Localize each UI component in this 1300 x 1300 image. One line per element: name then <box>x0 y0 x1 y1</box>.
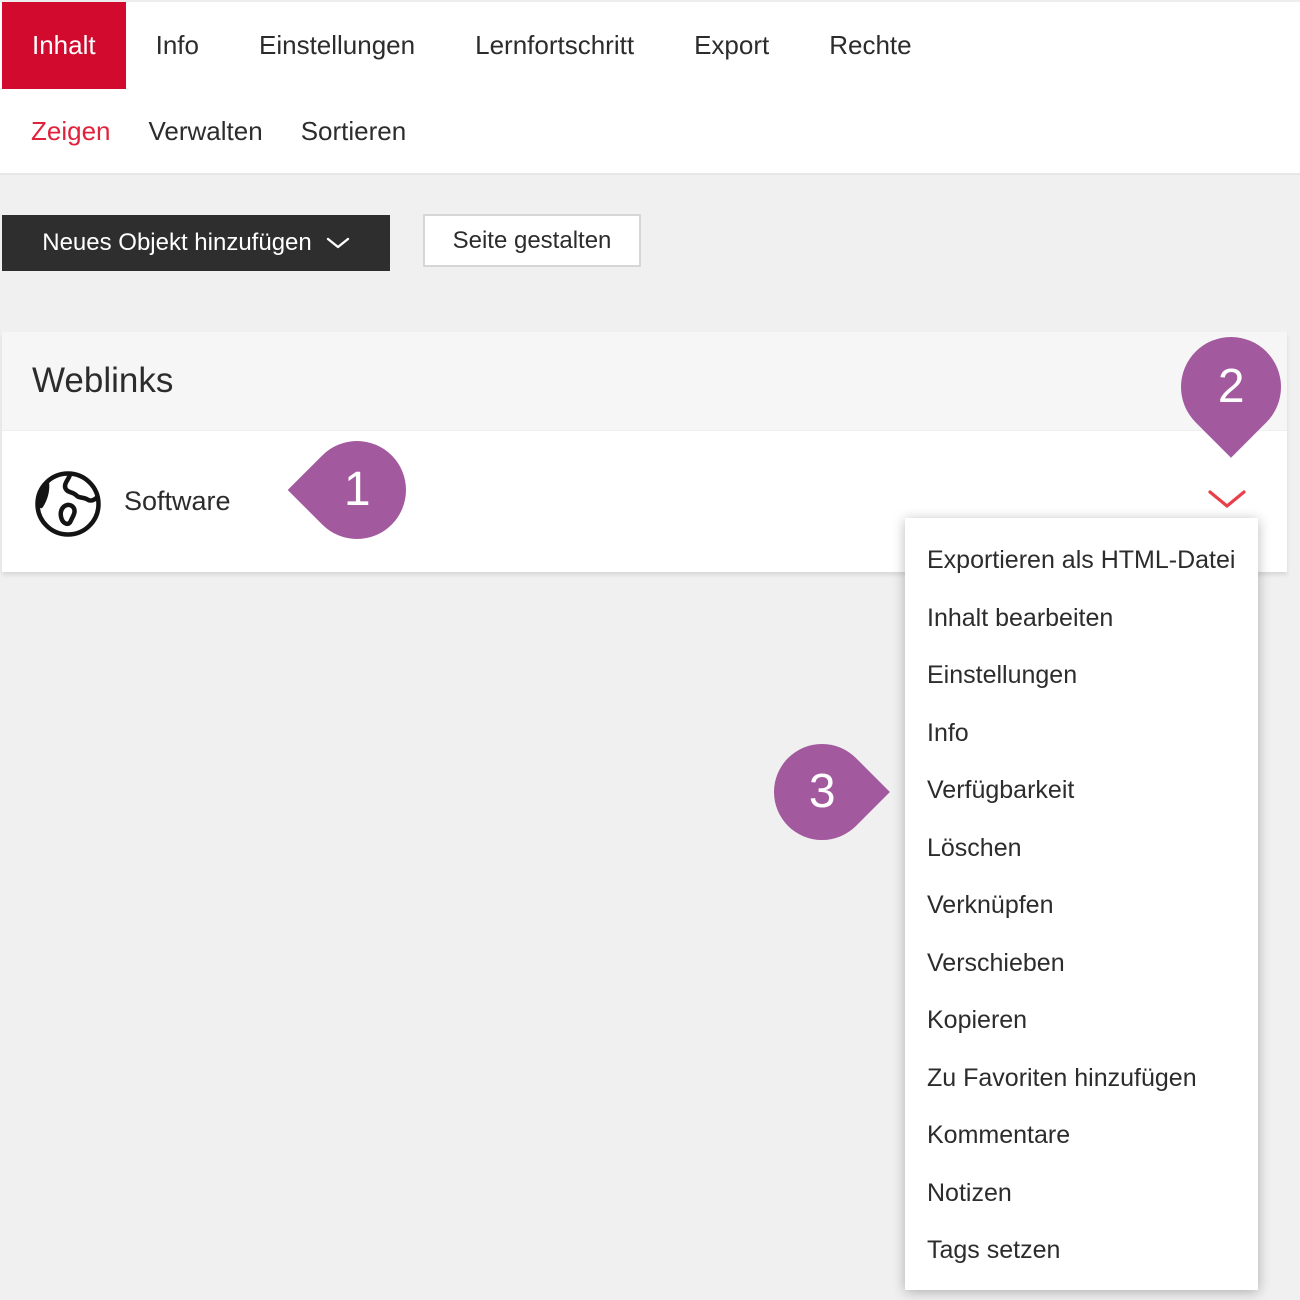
actions-dropdown-toggle[interactable] <box>1201 483 1253 520</box>
tab-inhalt[interactable]: Inhalt <box>2 2 126 89</box>
annotation-marker-3: 3 <box>754 724 890 860</box>
design-page-button[interactable]: Seite gestalten <box>423 214 641 267</box>
menu-item-inhalt-bearbeiten[interactable]: Inhalt bearbeiten <box>905 590 1258 648</box>
design-page-button-label: Seite gestalten <box>453 227 612 255</box>
subtab-zeigen[interactable]: Zeigen <box>31 116 111 147</box>
tab-einstellungen[interactable]: Einstellungen <box>229 2 445 89</box>
menu-item-kopieren[interactable]: Kopieren <box>905 992 1258 1050</box>
menu-item-verschieben[interactable]: Verschieben <box>905 935 1258 993</box>
tab-export[interactable]: Export <box>664 2 799 89</box>
menu-item-loeschen[interactable]: Löschen <box>905 820 1258 878</box>
annotation-marker-1-label: 1 <box>344 466 371 514</box>
sub-tabbar: Zeigen Verwalten Sortieren <box>0 89 1300 175</box>
panel-title: Weblinks <box>32 361 173 401</box>
menu-item-kommentare[interactable]: Kommentare <box>905 1107 1258 1165</box>
main-tabbar: Inhalt Info Einstellungen Lernfortschrit… <box>0 2 1300 89</box>
menu-item-notizen[interactable]: Notizen <box>905 1165 1258 1223</box>
add-object-button[interactable]: Neues Objekt hinzufügen <box>2 215 390 271</box>
chevron-down-icon <box>326 237 350 250</box>
menu-item-info[interactable]: Info <box>905 705 1258 763</box>
tab-lernfortschritt[interactable]: Lernfortschritt <box>445 2 664 89</box>
add-object-button-label: Neues Objekt hinzufügen <box>42 229 312 257</box>
chevron-down-icon <box>1207 489 1247 511</box>
weblinks-panel-header: Weblinks <box>2 332 1287 431</box>
menu-item-zu-favoriten[interactable]: Zu Favoriten hinzufügen <box>905 1050 1258 1108</box>
tab-rechte[interactable]: Rechte <box>799 2 941 89</box>
menu-item-export-html[interactable]: Exportieren als HTML-Datei <box>905 532 1258 590</box>
globe-icon <box>32 468 104 540</box>
subtab-verwalten[interactable]: Verwalten <box>149 116 263 147</box>
menu-item-verknuepfen[interactable]: Verknüpfen <box>905 877 1258 935</box>
tab-info[interactable]: Info <box>126 2 229 89</box>
menu-item-einstellungen[interactable]: Einstellungen <box>905 647 1258 705</box>
annotation-marker-2-label: 2 <box>1218 363 1245 411</box>
menu-item-tags-setzen[interactable]: Tags setzen <box>905 1222 1258 1280</box>
subtab-sortieren[interactable]: Sortieren <box>301 116 407 147</box>
weblink-item-software[interactable]: Software <box>124 486 231 517</box>
annotation-marker-3-label: 3 <box>809 768 836 816</box>
page: Inhalt Info Einstellungen Lernfortschrit… <box>0 0 1300 1300</box>
menu-item-verfuegbarkeit[interactable]: Verfügbarkeit <box>905 762 1258 820</box>
actions-dropdown-menu: Exportieren als HTML-Datei Inhalt bearbe… <box>905 518 1258 1290</box>
